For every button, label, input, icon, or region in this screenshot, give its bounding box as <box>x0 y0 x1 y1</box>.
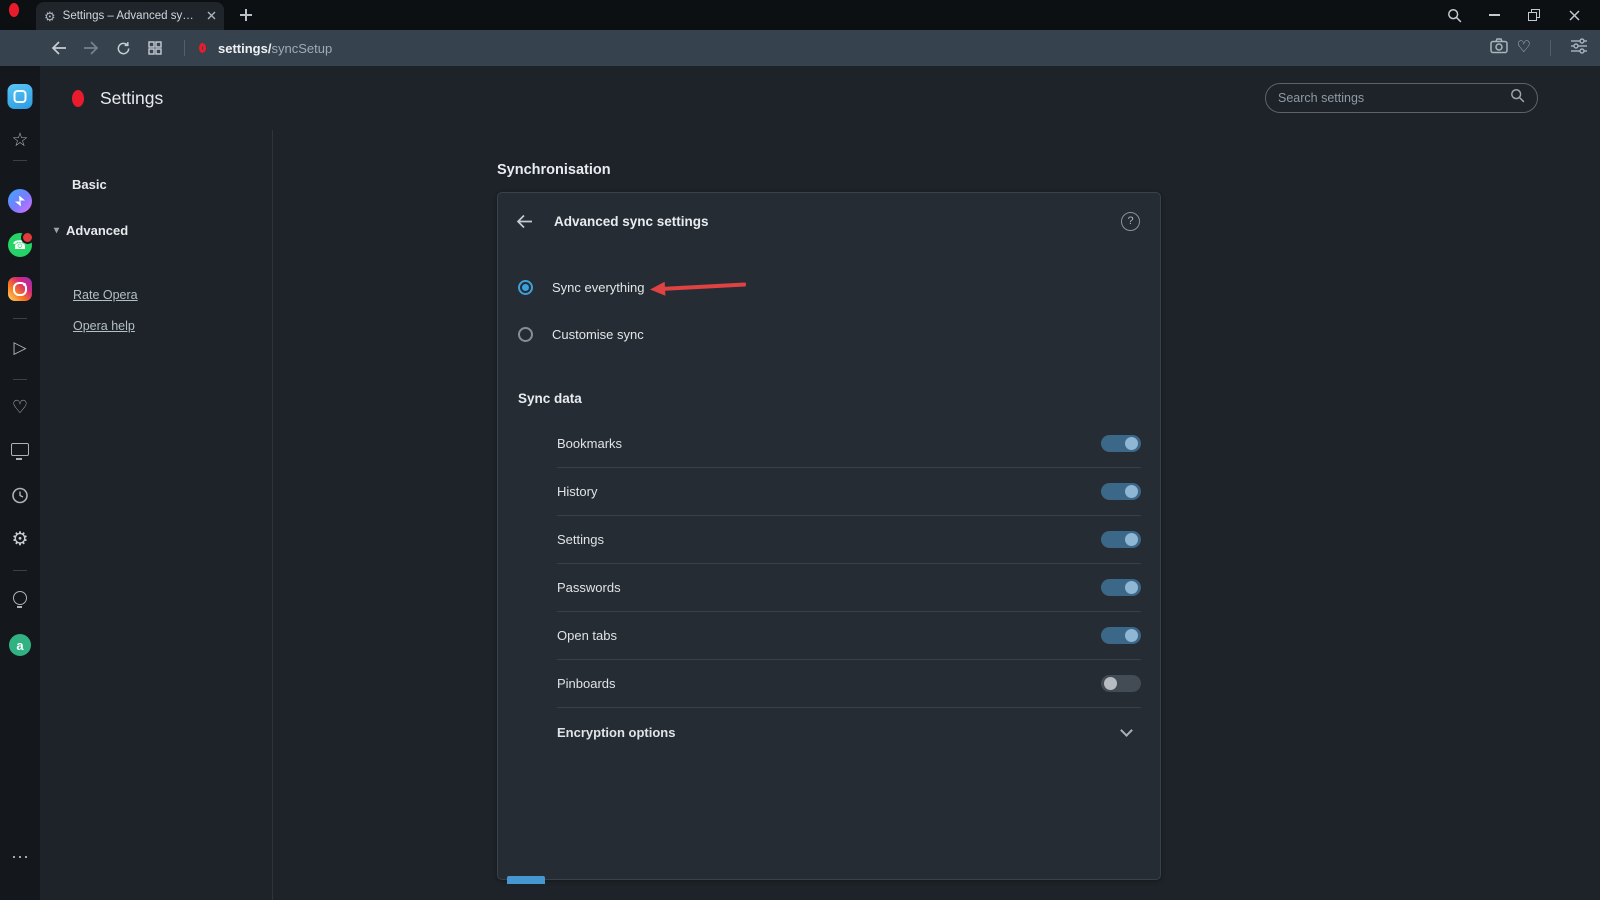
toggle-label: Settings <box>557 532 604 547</box>
close-button[interactable] <box>1554 0 1594 30</box>
messenger-icon[interactable] <box>8 189 32 213</box>
divider <box>1550 40 1551 56</box>
url-prefix: settings/ <box>218 41 271 56</box>
encryption-options-label: Encryption options <box>557 725 675 740</box>
history-clock-icon[interactable] <box>12 487 29 504</box>
nav-item-advanced[interactable]: ▾ Advanced <box>54 223 128 238</box>
address-bar: settings/syncSetup ♡ <box>0 30 1600 66</box>
toggle-row-open-tabs: Open tabs <box>557 612 1141 660</box>
caret-down-icon: ▾ <box>54 225 59 236</box>
radio-button[interactable] <box>518 280 533 295</box>
advanced-sync-settings-card: Advanced sync settings ? Sync everything… <box>497 192 1161 880</box>
whatsapp-icon[interactable]: ☎ <box>8 233 32 257</box>
radio-label: Sync everything <box>552 280 645 295</box>
toggle-label: Bookmarks <box>557 436 622 451</box>
opera-help-link[interactable]: Opera help <box>73 319 135 333</box>
radio-customise-sync[interactable]: Customise sync <box>518 322 644 346</box>
amazon-icon[interactable]: a <box>9 634 31 656</box>
opera-favicon-icon <box>199 43 206 53</box>
page-app-title: Settings <box>100 88 163 109</box>
settings-nav-panel: Basic ▾ Advanced Rate Opera Opera help <box>40 130 273 900</box>
tab-close-icon[interactable] <box>207 7 216 25</box>
opera-logo-icon <box>72 90 84 107</box>
radio-sync-everything[interactable]: Sync everything <box>518 275 645 299</box>
gear-favicon-icon: ⚙ <box>44 10 56 23</box>
radio-label: Customise sync <box>552 327 644 342</box>
restore-button[interactable] <box>1514 0 1554 30</box>
url-field[interactable]: settings/syncSetup <box>218 41 332 56</box>
toggle-label: Open tabs <box>557 628 617 643</box>
tab-title: Settings – Advanced sync s <box>63 10 200 22</box>
partial-bottom-element <box>507 876 545 884</box>
nav-advanced-label: Advanced <box>66 223 128 238</box>
minimize-button[interactable] <box>1474 0 1514 30</box>
divider <box>13 160 27 161</box>
telegram-plane-icon[interactable]: ▷ <box>13 339 26 356</box>
card-header: Advanced sync settings ? <box>498 193 1160 249</box>
new-tab-button[interactable] <box>238 7 254 23</box>
help-icon[interactable]: ? <box>1121 212 1140 231</box>
sidebar: ☆ ☎ ▷ ♡ ⚙ a ⋯ <box>0 66 40 900</box>
nav-item-basic[interactable]: Basic <box>72 177 107 192</box>
settings-search-box[interactable] <box>1265 83 1538 113</box>
passwords-toggle[interactable] <box>1101 579 1141 596</box>
section-heading-synchronisation: Synchronisation <box>497 162 611 178</box>
annotation-arrow <box>650 277 747 296</box>
sidebar-setup-sliders-icon[interactable] <box>1570 38 1588 59</box>
sync-data-heading: Sync data <box>518 391 582 406</box>
sidebar-more-dots-icon[interactable]: ⋯ <box>11 848 29 866</box>
bookmarks-star-icon[interactable]: ☆ <box>11 131 28 150</box>
reload-icon[interactable] <box>110 41 136 56</box>
back-arrow-icon[interactable] <box>516 214 544 229</box>
snapshot-camera-icon[interactable] <box>1490 37 1508 59</box>
sync-data-list: Bookmarks History Settings Passwords Ope… <box>557 420 1141 756</box>
opera-logo-icon[interactable] <box>9 3 19 17</box>
card-title: Advanced sync settings <box>554 214 709 229</box>
toggle-row-settings: Settings <box>557 516 1141 564</box>
history-toggle[interactable] <box>1101 483 1141 500</box>
settings-gear-icon[interactable]: ⚙ <box>11 530 28 549</box>
toggle-row-pinboards: Pinboards <box>557 660 1141 708</box>
divider <box>184 40 185 56</box>
pinboards-toggle[interactable] <box>1101 675 1141 692</box>
settings-toggle[interactable] <box>1101 531 1141 548</box>
divider <box>13 318 27 319</box>
divider <box>13 570 27 571</box>
tabs-monitor-icon[interactable] <box>11 443 29 456</box>
toggle-label: Passwords <box>557 580 621 595</box>
forward-icon[interactable] <box>78 41 104 55</box>
toggle-label: Pinboards <box>557 676 616 691</box>
settings-header: Settings <box>40 66 1600 130</box>
encryption-options-row[interactable]: Encryption options <box>557 708 1141 756</box>
easy-setup-lightbulb-icon[interactable] <box>13 591 27 605</box>
toggle-row-history: History <box>557 468 1141 516</box>
divider <box>13 379 27 380</box>
chevron-down-icon <box>1120 724 1133 737</box>
instagram-icon[interactable] <box>8 277 32 301</box>
open-tabs-toggle[interactable] <box>1101 627 1141 644</box>
radio-button[interactable] <box>518 327 533 342</box>
personal-news-heart-icon[interactable]: ♡ <box>12 398 28 416</box>
toggle-label: History <box>557 484 597 499</box>
search-icon <box>1510 88 1525 108</box>
url-suffix: syncSetup <box>271 41 332 56</box>
browser-tab-settings[interactable]: ⚙ Settings – Advanced sync s <box>36 2 224 30</box>
bookmarks-toggle[interactable] <box>1101 435 1141 452</box>
tab-bar: ⚙ Settings – Advanced sync s <box>0 0 1600 30</box>
settings-main: Synchronisation Advanced sync settings ?… <box>273 130 1600 900</box>
search-input[interactable] <box>1278 91 1510 105</box>
back-icon[interactable] <box>46 41 72 55</box>
toggle-row-passwords: Passwords <box>557 564 1141 612</box>
toggle-row-bookmarks: Bookmarks <box>557 420 1141 468</box>
speed-dial-home-icon[interactable] <box>8 84 33 109</box>
speed-dial-grid-icon[interactable] <box>142 41 168 55</box>
tab-search-icon[interactable] <box>1434 0 1474 30</box>
rate-opera-link[interactable]: Rate Opera <box>73 288 138 302</box>
bookmark-heart-icon[interactable]: ♡ <box>1517 40 1531 56</box>
